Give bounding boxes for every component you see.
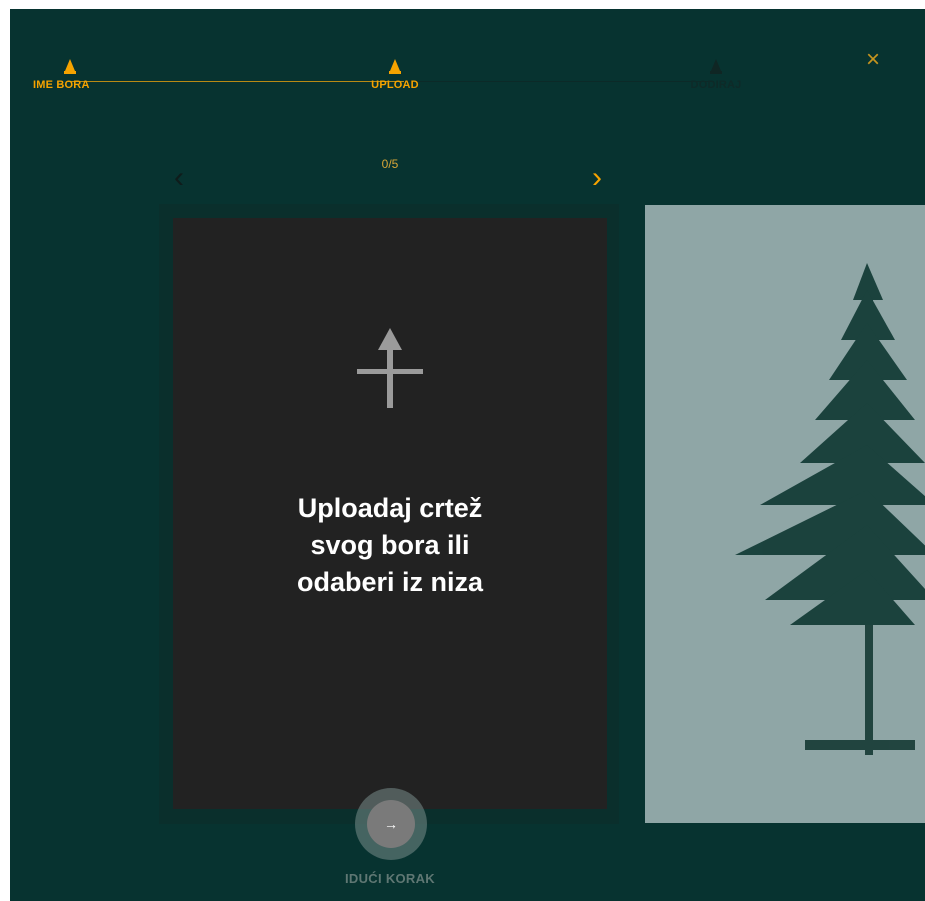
step-label: IME BORA <box>33 79 90 91</box>
arrow-right-icon: → <box>367 800 415 848</box>
carousel-counter: 0/5 <box>381 157 399 171</box>
close-icon[interactable]: × <box>862 48 884 72</box>
step-label: UPLOAD <box>371 79 419 91</box>
upload-card[interactable]: Uploadaj crtež svog bora ili odaberi iz … <box>173 218 607 809</box>
tree-marker-icon <box>710 59 722 74</box>
chevron-right-icon[interactable]: › <box>592 163 612 194</box>
app-frame: IME BORA UPLOAD DODIRAJ × ‹ 0/5 › Upload… <box>10 9 925 901</box>
upload-instruction-line: svog bora ili <box>310 530 470 560</box>
step-ime-bora[interactable]: IME BORA <box>13 59 123 91</box>
next-step-label[interactable]: IDUĆI KORAK <box>320 871 460 886</box>
upload-instruction-line: odaberi iz niza <box>296 567 484 597</box>
tree-drawing-card[interactable] <box>645 205 925 823</box>
chevron-left-icon[interactable]: ‹ <box>174 163 194 194</box>
tree-marker-icon <box>389 59 401 74</box>
upload-instruction-line: Uploadaj crtež <box>297 493 483 523</box>
upload-arrow-icon <box>357 328 423 408</box>
step-upload[interactable]: UPLOAD <box>340 59 450 91</box>
next-step-button[interactable]: → <box>355 788 427 860</box>
upload-instruction: Uploadaj crtež svog bora ili odaberi iz … <box>173 490 607 601</box>
tree-drawing-image <box>645 205 925 823</box>
tree-marker-icon <box>64 59 76 74</box>
progress-stepper: IME BORA UPLOAD DODIRAJ × <box>10 9 925 119</box>
step-dodiraj[interactable]: DODIRAJ <box>661 59 771 91</box>
step-label: DODIRAJ <box>690 79 742 91</box>
